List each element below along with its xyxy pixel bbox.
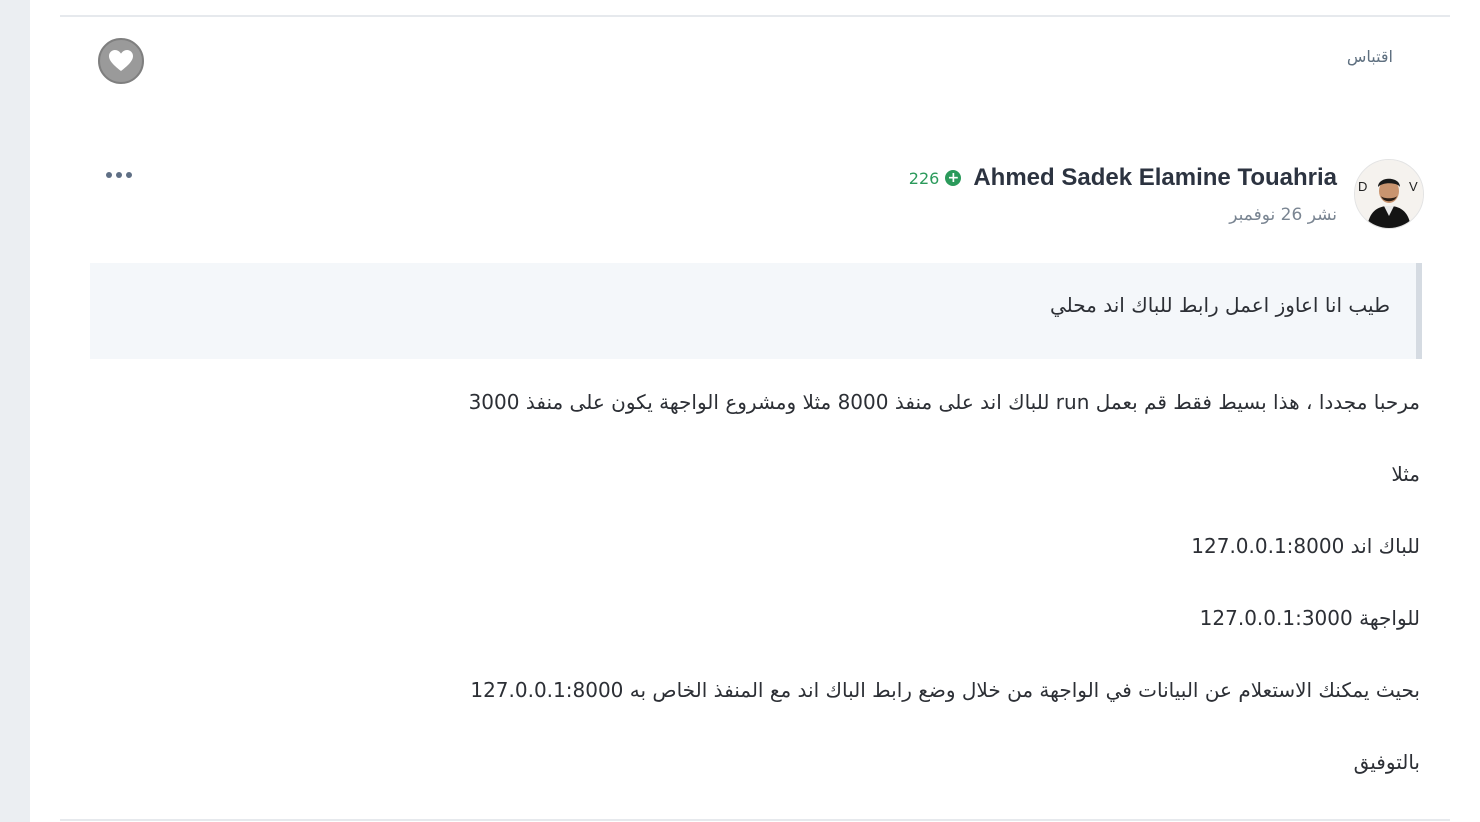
author-name[interactable]: Ahmed Sadek Elamine Touahria [973,164,1337,192]
like-button[interactable] [98,38,144,84]
plus-circle-icon: + [945,170,962,186]
author-line: 226 + Ahmed Sadek Elamine Touahria [909,164,1337,192]
post-date: نشر 26 نوفمبر [1229,205,1337,225]
post-divider-bottom [60,819,1450,821]
avatar-image: D V [1355,160,1423,228]
post-paragraph: مرحبا مجددا ، هذا بسيط فقط قم بعمل run ل… [468,390,1420,414]
heart-icon [109,50,133,71]
left-rail [0,0,30,822]
post-paragraph: بحيث يمكنك الاستعلام عن البيانات في الوا… [470,678,1420,702]
post-paragraph: مثلا [1391,462,1420,486]
post-paragraph: للواجهة 127.0.0.1:3000 [1199,606,1420,630]
reputation-count: 226 [908,168,940,188]
post-divider-top [60,15,1450,17]
reputation-badge[interactable]: 226 + [909,169,962,188]
quoted-text: طيب انا اعاوز اعمل رابط للباك اند محلي [1049,293,1390,317]
post-paragraph: للباك اند 127.0.0.1:8000 [1191,534,1420,558]
quote-block: طيب انا اعاوز اعمل رابط للباك اند محلي [90,263,1422,359]
quote-button[interactable]: اقتباس [1347,47,1393,66]
post-paragraph: بالتوفيق [1353,750,1420,774]
avatar-badge-left: D [1358,179,1367,194]
more-options-button[interactable] [106,165,132,185]
avatar-badge-right: V [1409,179,1418,194]
author-avatar[interactable]: D V [1354,159,1424,229]
ellipsis-icon [106,172,112,178]
